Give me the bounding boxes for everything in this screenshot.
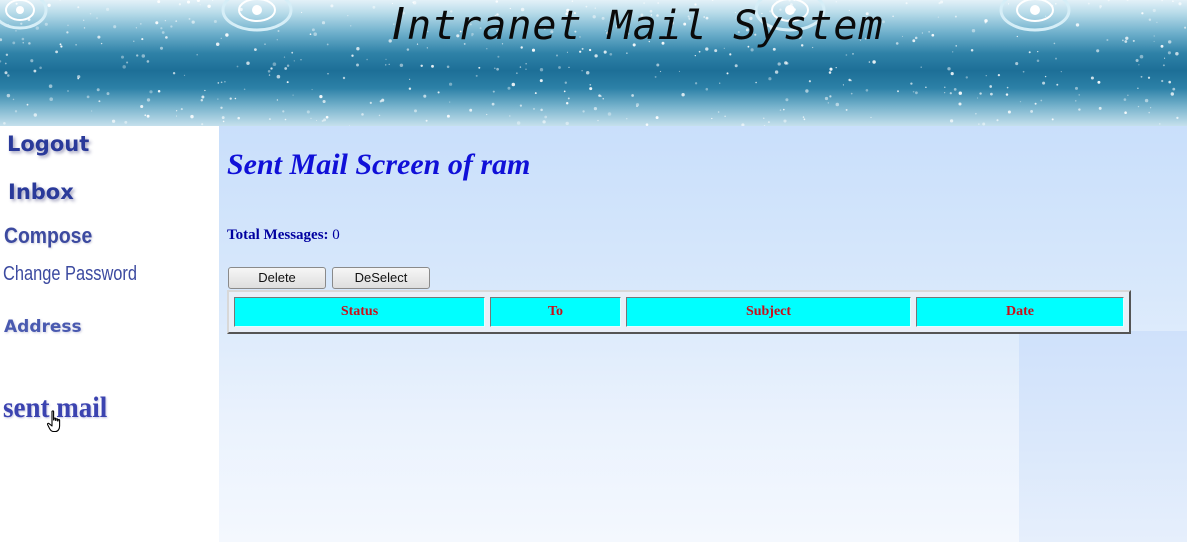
snowflake-ornament-icon [0,0,48,30]
total-messages-label: Total Messages: [227,227,329,243]
snowflake-ornament-icon [999,0,1071,32]
column-header-date: Date [916,297,1124,327]
delete-button[interactable]: Delete [228,267,326,289]
column-header-to: To [490,297,621,327]
main-content: Sent Mail Screen of ram Total Messages: … [219,126,1187,542]
sidebar-item-inbox[interactable]: Inbox [8,180,74,204]
snowflake-ornament-icon [221,0,293,32]
total-messages: Total Messages: 0 [227,227,340,244]
sidebar-item-logout[interactable]: Logout [7,132,89,156]
sidebar-item-compose[interactable]: Compose [4,223,92,249]
deselect-button[interactable]: DeSelect [332,267,430,289]
hand-pointer-icon [46,410,61,433]
sidebar-item-address[interactable]: Address [4,317,82,337]
page-title: Sent Mail Screen of ram [227,148,531,181]
background-panel [1019,331,1187,542]
sidebar-item-change-password[interactable]: Change Password [3,263,137,286]
column-header-subject: Subject [626,297,911,327]
sent-mail-table: Status To Subject Date [227,290,1131,334]
app-title: Intranet Mail System [392,0,884,51]
total-messages-value: 0 [332,227,340,243]
app-title-rest: ntranet Mail System [406,3,884,49]
sidebar-nav: Logout Inbox Compose Change Password Add… [0,126,219,542]
column-header-status: Status [234,297,485,327]
header-banner: Intranet Mail System [0,0,1187,126]
app-title-initial: I [392,0,406,50]
